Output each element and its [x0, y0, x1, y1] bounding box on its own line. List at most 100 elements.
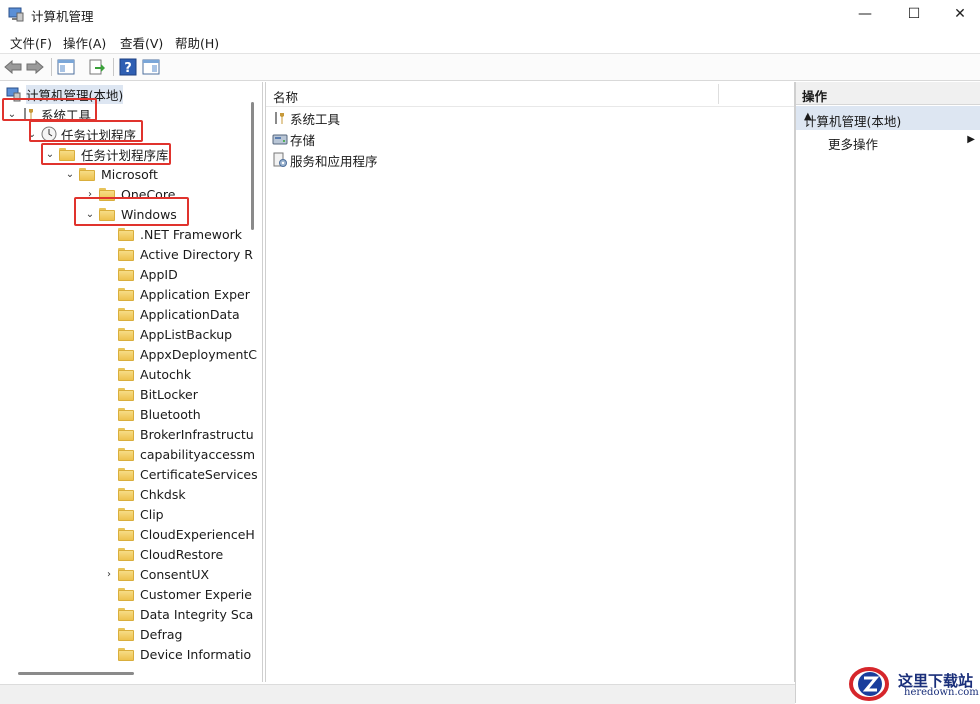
close-button[interactable]: ✕: [937, 0, 980, 28]
tree-label: Data Integrity Sca: [140, 606, 254, 622]
export-list-icon[interactable]: [87, 57, 107, 77]
tree-label: Active Directory R: [140, 246, 253, 262]
more-actions-item[interactable]: 更多操作: [828, 134, 878, 153]
folder-icon: [118, 447, 134, 461]
tree-item-microsoft[interactable]: ⌄ Microsoft: [64, 164, 158, 184]
tree-item-child[interactable]: CloudRestore: [118, 544, 223, 564]
results-pane[interactable]: 名称 系统工具 存储 服务和应用程序: [265, 82, 795, 682]
show-action-pane-icon[interactable]: [141, 57, 161, 77]
folder-icon: [118, 467, 134, 481]
window-title: 计算机管理: [31, 9, 94, 24]
tree-label: CloudExperienceH: [140, 526, 255, 542]
forward-arrow-icon[interactable]: [25, 57, 45, 77]
tree-label: AppID: [140, 266, 178, 282]
tree-item-child[interactable]: › ConsentUX: [103, 564, 209, 584]
tree-item-child[interactable]: Data Integrity Sca: [118, 604, 253, 624]
console-tree[interactable]: 计算机管理(本地) ⌄ 系统工具 ⌄ 任务计划程序 ⌄ 任务计划程序库 ⌄ Mi…: [0, 82, 263, 682]
show-hide-console-tree-icon[interactable]: [56, 57, 76, 77]
chevron-down-icon[interactable]: ⌄: [64, 168, 76, 180]
tree-item-child[interactable]: AppListBackup: [118, 324, 232, 344]
menu-help[interactable]: 帮助(H): [175, 33, 219, 52]
tree-label: Autochk: [140, 366, 192, 382]
highlight-box-windows: [74, 197, 189, 226]
list-item-system-tools[interactable]: 系统工具: [272, 108, 340, 128]
actions-header: 操作: [796, 82, 980, 105]
folder-icon: [118, 327, 134, 341]
site-watermark: 这里下载站 heredown.com: [848, 664, 980, 703]
tree-label: Customer Experie: [140, 586, 252, 602]
tree-horizontal-scrollbar[interactable]: [18, 672, 134, 675]
folder-icon: [79, 167, 95, 181]
folder-icon: [118, 367, 134, 381]
highlight-box-system-tools: [2, 98, 97, 121]
tree-item-child[interactable]: Chkdsk: [118, 484, 186, 504]
help-icon[interactable]: ?: [118, 57, 138, 77]
tree-item-child[interactable]: ApplicationData: [118, 304, 240, 324]
tree-label: Chkdsk: [140, 486, 186, 502]
tree-item-child[interactable]: .NET Framework: [118, 224, 242, 244]
tree-item-child[interactable]: BitLocker: [118, 384, 198, 404]
menu-file[interactable]: 文件(F): [10, 33, 52, 52]
tree-item-child[interactable]: capabilityaccessm: [118, 444, 255, 464]
tree-item-child[interactable]: Customer Experie: [118, 584, 252, 604]
tools-icon: [272, 110, 288, 126]
folder-icon: [118, 567, 134, 581]
tree-item-child[interactable]: Defrag: [118, 624, 182, 644]
folder-icon: [118, 307, 134, 321]
folder-icon: [118, 287, 134, 301]
submenu-arrow-icon[interactable]: ▶: [967, 134, 975, 145]
folder-icon: [118, 487, 134, 501]
folder-icon: [118, 527, 134, 541]
collapse-triangle-icon[interactable]: ▲: [804, 111, 975, 122]
tree-label: AppListBackup: [140, 326, 233, 342]
services-icon: [272, 152, 288, 168]
tree-item-child[interactable]: CloudExperienceH: [118, 524, 255, 544]
actions-title: 操作: [802, 89, 828, 104]
list-item-label: 系统工具: [290, 111, 341, 127]
menu-action[interactable]: 操作(A): [63, 33, 106, 52]
list-item-services-apps[interactable]: 服务和应用程序: [272, 150, 378, 170]
tree-item-child[interactable]: Device Informatio: [118, 644, 251, 664]
scrollbar-thumb[interactable]: [251, 102, 254, 230]
status-bar: [0, 684, 795, 704]
menu-view[interactable]: 查看(V): [120, 33, 163, 52]
tree-label: .NET Framework: [140, 226, 243, 242]
tree-item-child[interactable]: AppID: [118, 264, 178, 284]
folder-icon: [118, 387, 134, 401]
chevron-right-icon[interactable]: ›: [103, 568, 115, 580]
tree-label: BrokerInfrastructu: [140, 426, 254, 442]
tree-label: Microsoft: [101, 166, 158, 182]
tree-item-child[interactable]: BrokerInfrastructu: [118, 424, 254, 444]
tree-label: AppxDeploymentC: [140, 346, 258, 362]
tree-label: CloudRestore: [140, 546, 224, 562]
tree-item-child[interactable]: AppxDeploymentC: [118, 344, 257, 364]
tree-label: BitLocker: [140, 386, 198, 402]
tree-item-child[interactable]: CertificateServices: [118, 464, 258, 484]
folder-icon: [118, 507, 134, 521]
tree-label: Clip: [140, 506, 164, 522]
minimize-button[interactable]: —: [842, 0, 888, 28]
highlight-box-task-scheduler: [29, 120, 143, 142]
tree-item-child[interactable]: Clip: [118, 504, 164, 524]
tree-item-child[interactable]: Active Directory R: [118, 244, 253, 264]
folder-icon: [118, 407, 134, 421]
tree-vertical-scrollbar[interactable]: [247, 82, 259, 672]
folder-icon: [118, 347, 134, 361]
tree-item-child[interactable]: Application Exper: [118, 284, 250, 304]
folder-icon: [118, 587, 134, 601]
list-item-storage[interactable]: 存储: [272, 129, 315, 149]
column-header-name[interactable]: 名称: [273, 87, 298, 106]
maximize-button[interactable]: ☐: [891, 0, 937, 28]
tree-label: capabilityaccessm: [140, 446, 256, 462]
toolbar: ?: [0, 53, 980, 81]
tree-label: Defrag: [140, 626, 183, 642]
tree-item-child[interactable]: Autochk: [118, 364, 191, 384]
folder-icon: [118, 267, 134, 281]
list-item-label: 服务和应用程序: [290, 153, 378, 169]
tree-item-child[interactable]: Bluetooth: [118, 404, 201, 424]
actions-group-computer-management[interactable]: 计算机管理(本地) ▲: [796, 106, 980, 130]
back-arrow-icon[interactable]: [3, 57, 23, 77]
tree-label: Device Informatio: [140, 646, 252, 662]
tree-label: Application Exper: [140, 286, 250, 302]
folder-icon: [118, 427, 134, 441]
